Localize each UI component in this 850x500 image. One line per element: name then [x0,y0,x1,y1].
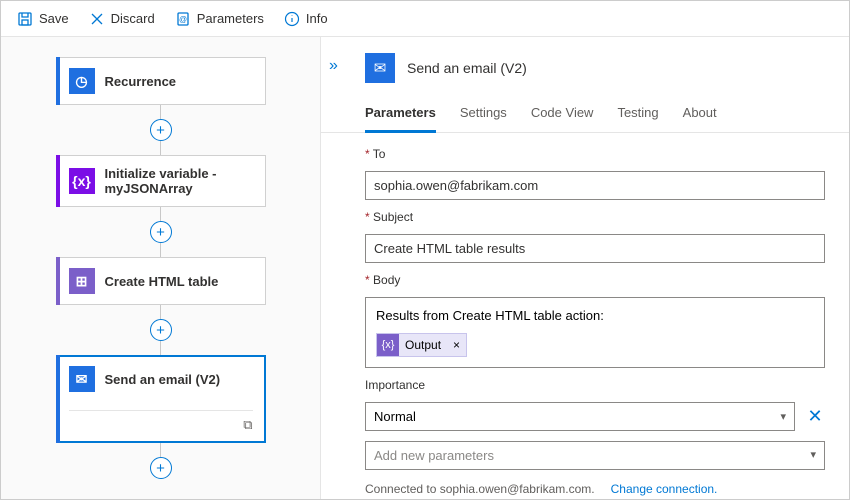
tab-testing[interactable]: Testing [617,95,658,132]
variable-icon: {x} [377,334,399,356]
details-panel: » ✉ Send an email (V2) Parameters Settin… [321,37,849,499]
add-step-button[interactable]: + [150,221,172,243]
importance-label: Importance [365,378,825,392]
connection-status: Connected to sophia.owen@fabrikam.com. [365,482,595,496]
node-initialize-variable[interactable]: {x} Initialize variable - myJSONArray [56,155,266,207]
tab-about[interactable]: About [683,95,717,132]
info-icon [284,11,300,27]
dynamic-token-output[interactable]: {x} Output × [376,333,467,357]
token-label: Output [399,338,447,352]
node-accent [56,257,60,305]
add-step-button[interactable]: + [150,319,172,341]
add-parameters-label: Add new parameters [374,448,494,463]
discard-button[interactable]: Discard [81,7,163,31]
subject-input[interactable] [365,234,825,263]
add-step-button[interactable]: + [150,457,172,479]
link-icon: ⧉ [243,417,252,433]
node-label: Send an email (V2) [105,372,221,387]
node-connection-row: ⧉ [69,410,253,432]
node-accent [56,355,60,443]
svg-text:@: @ [179,15,187,24]
parameters-label: Parameters [197,11,264,26]
node-label: Recurrence [105,74,177,89]
panel-title: Send an email (V2) [407,60,527,76]
subject-label: Subject [365,210,825,224]
to-input[interactable] [365,171,825,200]
workflow-canvas: ◷ Recurrence + {x} Initialize variable -… [1,37,321,499]
parameters-icon: @ [175,11,191,27]
clear-importance-button[interactable]: ✕ [805,406,825,427]
tab-parameters[interactable]: Parameters [365,95,436,133]
to-label: To [365,147,825,161]
save-label: Save [39,11,69,26]
change-connection-link[interactable]: Change connection. [611,482,718,496]
add-step-button[interactable]: + [150,119,172,141]
node-label: Create HTML table [105,274,219,289]
node-recurrence[interactable]: ◷ Recurrence [56,57,266,105]
importance-value: Normal [374,409,416,424]
parameters-button[interactable]: @ Parameters [167,7,272,31]
save-button[interactable]: Save [9,7,77,31]
table-icon: ⊞ [69,268,95,294]
body-label: Body [365,273,825,287]
mail-icon: ✉ [365,53,395,83]
close-icon [89,11,105,27]
collapse-button[interactable]: » [329,57,338,75]
variable-icon: {x} [69,168,95,194]
node-accent [56,57,60,105]
chevron-down-icon: ▾ [810,448,816,463]
body-text: Results from Create HTML table action: [376,308,814,323]
toolbar: Save Discard @ Parameters Info [1,1,849,37]
save-icon [17,11,33,27]
info-label: Info [306,11,328,26]
add-parameters-select[interactable]: Add new parameters ▾ [365,441,825,470]
tab-settings[interactable]: Settings [460,95,507,132]
node-label: Initialize variable - myJSONArray [105,166,253,196]
node-create-html-table[interactable]: ⊞ Create HTML table [56,257,266,305]
importance-select[interactable]: Normal ▾ [365,402,795,431]
mail-icon: ✉ [69,366,95,392]
chevron-down-icon: ▾ [780,410,786,423]
body-input[interactable]: Results from Create HTML table action: {… [365,297,825,368]
info-button[interactable]: Info [276,7,336,31]
node-accent [56,155,60,207]
clock-icon: ◷ [69,68,95,94]
token-remove-button[interactable]: × [447,338,466,352]
discard-label: Discard [111,11,155,26]
tab-code-view[interactable]: Code View [531,95,594,132]
node-send-email[interactable]: ✉ Send an email (V2) ⧉ [56,355,266,443]
tab-bar: Parameters Settings Code View Testing Ab… [321,95,849,133]
